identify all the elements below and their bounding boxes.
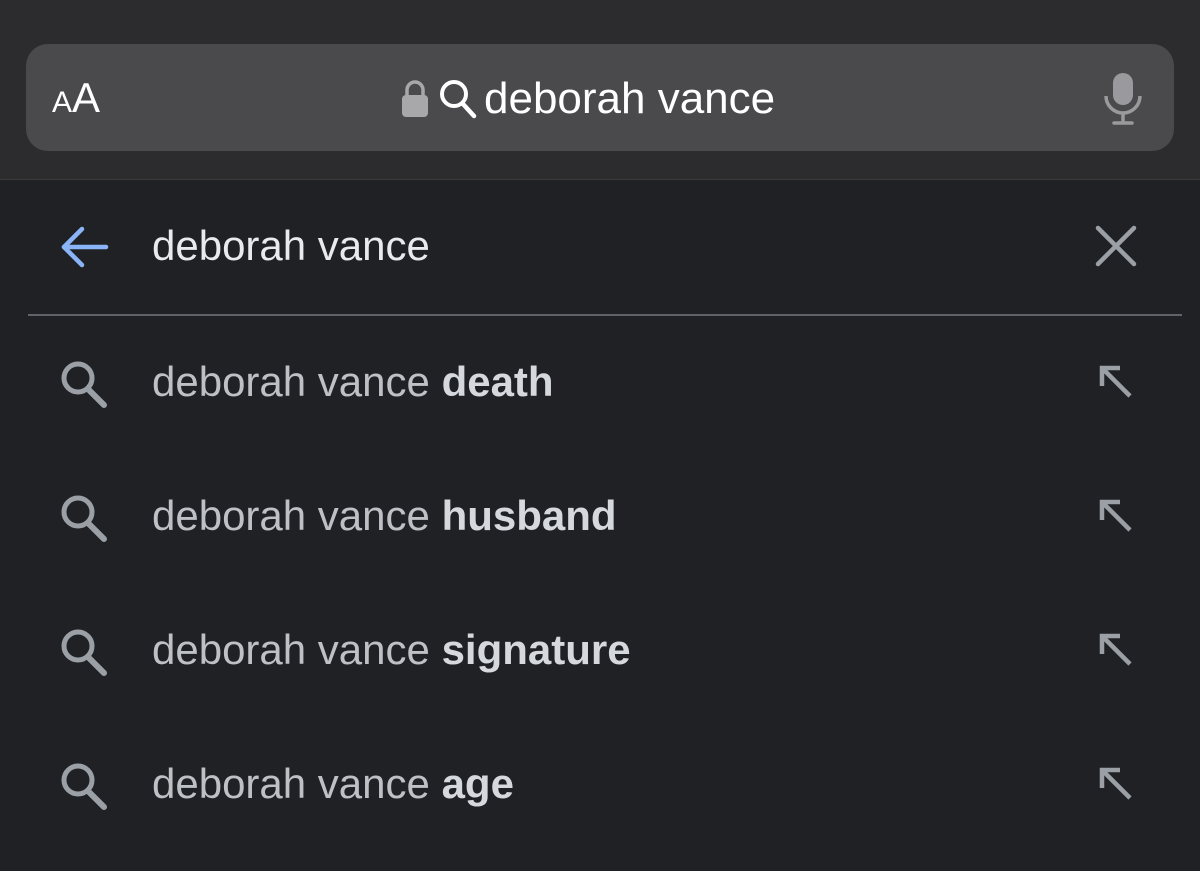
arrow-up-left-icon[interactable] bbox=[1092, 492, 1140, 540]
suggestion-text: deborah vance age bbox=[152, 756, 514, 812]
suggestion-completion: signature bbox=[441, 626, 631, 673]
aa-small-letter: A bbox=[52, 86, 73, 119]
reader-text-size-button[interactable]: A A bbox=[52, 70, 122, 126]
suggestion-item[interactable]: deborah vance husband bbox=[0, 450, 1200, 584]
suggestion-completion: death bbox=[441, 358, 554, 405]
address-url-display[interactable]: deborah vance bbox=[400, 70, 775, 128]
suggestion-text: deborah vance husband bbox=[152, 488, 617, 544]
search-icon bbox=[56, 624, 112, 680]
arrow-up-left-icon[interactable] bbox=[1092, 760, 1140, 808]
aa-large-letter: A bbox=[72, 74, 101, 121]
suggestion-text: deborah vance death bbox=[152, 354, 554, 410]
search-icon bbox=[56, 356, 112, 412]
suggestion-item[interactable]: deborah vance age bbox=[0, 718, 1200, 852]
lock-icon bbox=[400, 79, 430, 119]
microphone-icon[interactable] bbox=[1100, 70, 1146, 126]
arrow-up-left-icon[interactable] bbox=[1092, 626, 1140, 674]
arrow-up-left-icon[interactable] bbox=[1092, 358, 1140, 406]
suggestion-prefix: deborah vance bbox=[152, 626, 442, 673]
search-input[interactable]: deborah vance bbox=[152, 218, 430, 274]
search-icon bbox=[56, 490, 112, 546]
address-url-text: deborah vance bbox=[484, 74, 776, 123]
suggestion-completion: age bbox=[441, 760, 514, 807]
arrow-left-icon[interactable] bbox=[56, 222, 112, 272]
suggestion-completion: husband bbox=[441, 492, 617, 539]
suggestion-prefix: deborah vance bbox=[152, 358, 442, 405]
suggestion-prefix: deborah vance bbox=[152, 492, 442, 539]
search-icon bbox=[438, 78, 478, 120]
suggestion-item[interactable]: deborah vance death bbox=[0, 316, 1200, 450]
suggestion-text: deborah vance signature bbox=[152, 622, 631, 678]
suggestion-item[interactable]: deborah vance signature bbox=[0, 584, 1200, 718]
search-query-row: deborah vance bbox=[0, 180, 1200, 314]
suggestion-prefix: deborah vance bbox=[152, 760, 442, 807]
search-icon bbox=[56, 758, 112, 814]
close-icon[interactable] bbox=[1090, 220, 1142, 272]
